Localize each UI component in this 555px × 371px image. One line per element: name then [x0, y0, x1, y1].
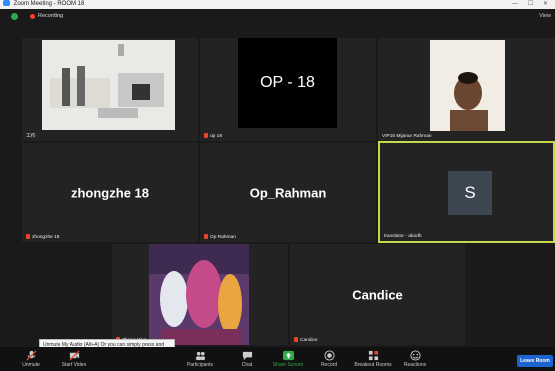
muted-mic-icon [204, 234, 208, 239]
meeting-topbar: Recording View [0, 9, 555, 24]
reactions-button[interactable]: Reactions [400, 347, 430, 371]
participant-display-name: Candice [352, 287, 403, 302]
participant-tile[interactable]: VIP16 Mijanur Rahman [378, 38, 555, 141]
recording-dot-icon [30, 14, 35, 19]
start-video-button[interactable]: Start Video [56, 347, 92, 371]
participant-name: 工作 [26, 134, 36, 139]
mic-muted-icon [25, 350, 37, 361]
meeting-toolbar: Unmute Start Video Participants Chat Sha… [0, 347, 555, 371]
participant-name: zhongzhe 18 [26, 234, 59, 240]
participant-video [149, 244, 249, 345]
participants-icon [195, 351, 205, 361]
muted-mic-icon [204, 133, 208, 138]
window-title: Zoom Meeting - ROOM 18 [13, 1, 85, 7]
participant-display-name: Op_Rahman [249, 185, 327, 200]
zoom-logo-icon [3, 0, 10, 6]
video-gallery: 工作 OP - 18 op 18 VIP16 Mijanur Rahman zh… [0, 24, 555, 347]
muted-mic-icon [294, 337, 298, 342]
video-off-icon [68, 350, 80, 361]
chat-icon [242, 351, 252, 361]
participant-display-name: zhongzhe 18 [70, 185, 149, 200]
participant-name: translator - abodh [384, 234, 422, 239]
share-screen-icon [282, 350, 294, 361]
participant-video: OP - 18 [238, 38, 337, 128]
muted-mic-icon [26, 234, 30, 239]
participant-tile[interactable]: Op_Rahman Op Rahman [200, 143, 376, 242]
participant-tile[interactable]: zhongzhe 18 zhongzhe 18 [22, 143, 198, 242]
participant-tile[interactable]: 工作 [22, 38, 198, 141]
record-icon [323, 350, 335, 361]
participant-name: Op Rahman [204, 234, 236, 240]
record-button[interactable]: Record [314, 347, 344, 371]
unmute-button[interactable]: Unmute [14, 347, 48, 371]
breakout-rooms-icon [368, 350, 378, 361]
participant-tile[interactable]: Zhang Ying [112, 244, 288, 345]
window-controls[interactable]: — ☐ ✕ [512, 0, 552, 9]
breakout-rooms-button[interactable]: Breakout Rooms [350, 347, 396, 371]
view-button[interactable]: View [539, 9, 551, 24]
window-titlebar: Zoom Meeting - ROOM 18 — ☐ ✕ [0, 0, 555, 9]
leave-room-button[interactable]: Leave Room [517, 355, 553, 367]
participant-name: op 18 [204, 133, 222, 139]
participant-avatar: S [448, 171, 492, 215]
share-screen-button[interactable]: Share Screen [268, 347, 308, 371]
recording-label: Recording [38, 13, 64, 19]
participant-video [42, 40, 175, 130]
security-shield-icon[interactable] [11, 13, 18, 20]
participant-tile[interactable]: OP - 18 op 18 [200, 38, 376, 141]
participant-name: VIP16 Mijanur Rahman [382, 134, 432, 139]
participants-button[interactable]: Participants [182, 347, 218, 371]
participant-name: Candice [294, 337, 318, 343]
reactions-icon [409, 350, 421, 361]
participant-video [430, 40, 505, 131]
participant-tile-speaking[interactable]: S translator - abodh [378, 141, 555, 243]
chat-button[interactable]: Chat [232, 347, 262, 371]
participant-tile[interactable]: Candice Candice [290, 244, 465, 345]
